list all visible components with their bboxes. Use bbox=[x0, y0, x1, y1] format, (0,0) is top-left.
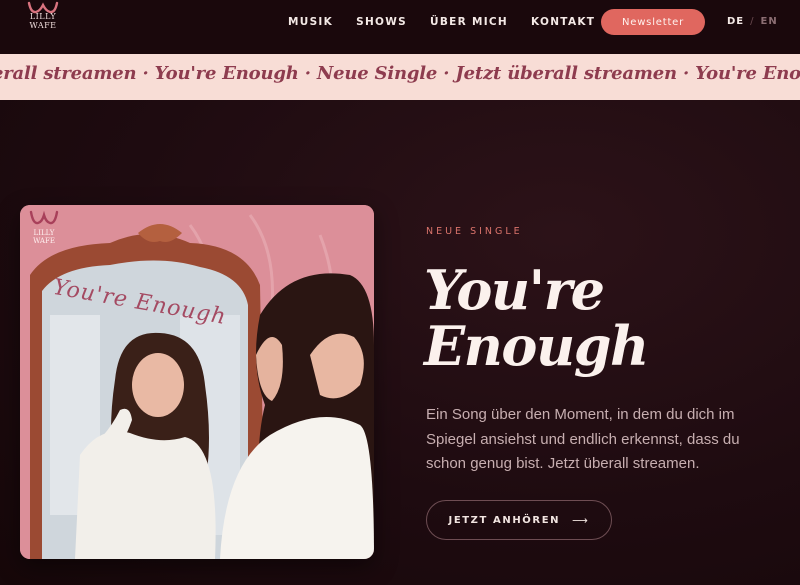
nav-link-musik[interactable]: MUSIK bbox=[288, 16, 333, 28]
newsletter-button[interactable]: Newsletter bbox=[601, 9, 705, 35]
section-eyebrow: NEUE SINGLE bbox=[426, 226, 523, 237]
cover-logo-wave-icon bbox=[29, 210, 59, 225]
title-line-1: You're bbox=[424, 258, 605, 322]
cover-logo: LILLY WAFE bbox=[26, 209, 62, 249]
listen-now-button[interactable]: JETZT ANHÖREN ⟶ bbox=[426, 500, 612, 540]
lang-de-link[interactable]: DE bbox=[727, 16, 744, 27]
listen-now-label: JETZT ANHÖREN bbox=[448, 514, 561, 526]
brand-logo[interactable]: LILLY WAFE bbox=[22, 0, 64, 44]
single-description: Ein Song über den Moment, in dem du dich… bbox=[426, 406, 740, 472]
nav-link-kontakt[interactable]: KONTAKT bbox=[531, 16, 595, 28]
arrow-right-icon: ⟶ bbox=[572, 513, 590, 527]
nav-link-ueber-mich[interactable]: ÜBER MICH bbox=[430, 16, 508, 28]
title-line-2: Enough bbox=[424, 314, 649, 378]
site-header: LILLY WAFE MUSIK SHOWS ÜBER MICH KONTAKT… bbox=[0, 0, 800, 54]
lang-separator: / bbox=[750, 16, 755, 27]
main-nav: MUSIK SHOWS ÜBER MICH KONTAKT bbox=[288, 0, 595, 44]
single-title: You're Enough bbox=[424, 262, 764, 374]
announcement-marquee: erall streamen · You're Enough · Neue Si… bbox=[0, 54, 800, 100]
cover-logo-text: LILLY WAFE bbox=[33, 229, 55, 245]
logo-text: LILLY WAFE bbox=[29, 12, 57, 30]
nav-link-shows[interactable]: SHOWS bbox=[356, 16, 407, 28]
marquee-text: erall streamen · You're Enough · Neue Si… bbox=[0, 63, 800, 84]
lang-en-link[interactable]: EN bbox=[761, 16, 778, 27]
cover-illustration bbox=[20, 205, 374, 559]
language-switcher: DE / EN bbox=[727, 16, 778, 27]
single-cover-art[interactable]: LILLY WAFE You're Enough bbox=[20, 205, 374, 559]
